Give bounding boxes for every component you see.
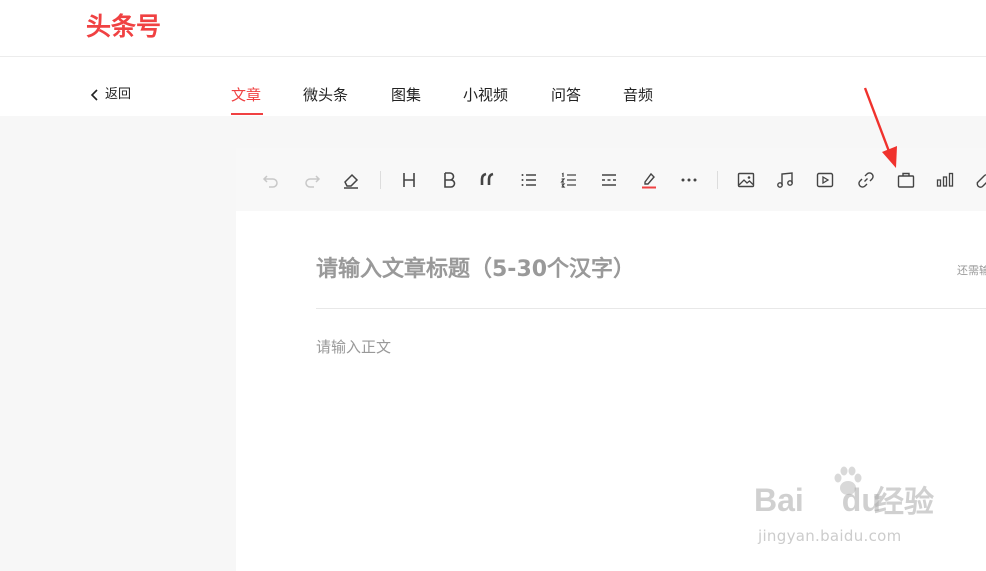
toolbar-separator	[380, 171, 381, 189]
active-tab-indicator	[231, 113, 263, 115]
watermark-product: 经验	[874, 485, 934, 520]
tab-article[interactable]: 文章	[231, 84, 261, 106]
back-label: 返回	[105, 87, 132, 102]
watermark-url: jingyan.baidu.com	[758, 527, 902, 545]
undo-icon[interactable]	[260, 169, 282, 191]
highlight-icon[interactable]	[638, 169, 660, 191]
tab-short-video[interactable]: 小视频	[463, 84, 508, 106]
baidu-jingyan-watermark: Bai du 经验 jingyan.baidu.com	[754, 462, 954, 558]
redo-icon[interactable]	[301, 169, 323, 191]
paw-icon	[834, 466, 862, 495]
back-button[interactable]: 返回	[89, 86, 131, 104]
music-icon[interactable]	[774, 169, 796, 191]
link-partial-icon[interactable]	[974, 169, 986, 191]
app-logo[interactable]: 头条号	[86, 10, 161, 44]
divider-icon[interactable]	[598, 169, 620, 191]
title-char-hint: 还需输	[957, 264, 986, 277]
chevron-left-icon	[90, 89, 98, 101]
heading-icon[interactable]	[398, 169, 420, 191]
ordered-list-icon[interactable]	[558, 169, 580, 191]
more-icon[interactable]	[678, 169, 700, 191]
title-input[interactable]: 请输入文章标题（5-30个汉字）	[316, 255, 635, 285]
body-input[interactable]: 请输入正文	[316, 336, 391, 358]
bullet-list-icon[interactable]	[518, 169, 540, 191]
top-bar: 头条号	[0, 0, 986, 57]
image-icon[interactable]	[735, 169, 757, 191]
eraser-icon[interactable]	[340, 169, 362, 191]
quote-icon[interactable]	[477, 169, 499, 191]
tab-audio[interactable]: 音频	[623, 84, 653, 106]
tab-micro-headline[interactable]: 微头条	[303, 84, 348, 106]
bold-icon[interactable]	[438, 169, 460, 191]
annotation-arrow-icon	[863, 87, 897, 168]
title-divider	[316, 308, 986, 309]
tab-gallery[interactable]: 图集	[391, 84, 421, 106]
tab-qa[interactable]: 问答	[551, 84, 581, 106]
nav-bar: 返回 文章 微头条 图集 小视频 问答 音频	[0, 57, 986, 116]
chart-icon[interactable]	[934, 169, 956, 191]
toolbar-separator	[717, 171, 718, 189]
video-icon[interactable]	[814, 169, 836, 191]
